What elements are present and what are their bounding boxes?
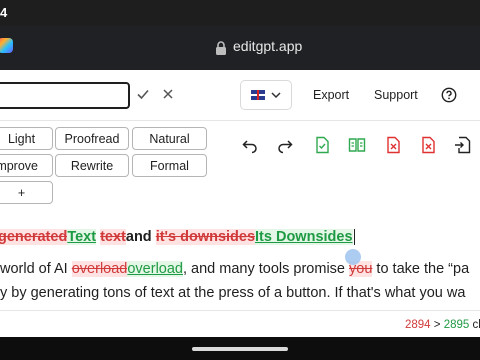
touch-cursor <box>345 249 361 265</box>
paragraph-text: to take the “pa <box>372 261 470 277</box>
character-count: 2894 > 2895 ch <box>405 319 480 331</box>
text-cursor <box>353 229 355 245</box>
deleted-text[interactable]: overload <box>71 261 128 277</box>
undo-icon[interactable] <box>240 135 260 155</box>
x-icon[interactable] <box>160 86 176 102</box>
count-after: 2895 <box>443 319 470 331</box>
browser-url-bar: editgpt.app <box>0 26 480 70</box>
compare-icon[interactable] <box>347 135 367 155</box>
discard-icon[interactable] <box>418 135 438 155</box>
count-before: 2894 <box>405 319 431 331</box>
mode-rewrite-button[interactable]: Rewrite <box>55 154 129 177</box>
count-suffix: ch <box>472 319 480 331</box>
text-input-field[interactable] <box>0 82 130 109</box>
paragraph-text: , and many tools promise <box>182 261 350 277</box>
mode-natural-button[interactable]: Natural <box>132 127 207 150</box>
help-icon[interactable] <box>440 86 458 104</box>
count-separator: > <box>430 319 444 331</box>
document-heading: generatedText textand it's downsidesIts … <box>0 224 355 250</box>
mode-formal-button[interactable]: Formal <box>132 154 207 177</box>
redo-icon[interactable] <box>275 135 295 155</box>
export-doc-icon[interactable] <box>453 135 473 155</box>
document-editor[interactable]: generatedText textand it's downsidesIts … <box>0 218 480 310</box>
partial-line: ▂▂▂▂▂▂▂▂▂▂▂▂▂▂▂▂▂▂▂▂▂▂▂▂▂▂▂▂▂▂▂▂▂▂▂▂▂▂ <box>0 302 424 310</box>
lock-icon <box>216 41 226 55</box>
deleted-text[interactable]: it's downsides <box>155 229 256 245</box>
language-select[interactable] <box>240 80 292 110</box>
inserted-text[interactable]: Text <box>67 229 97 245</box>
paragraph-text: world of AI <box>0 261 72 277</box>
deleted-text[interactable]: text <box>100 229 126 245</box>
add-mode-button[interactable]: + <box>0 181 53 204</box>
mode-light-button[interactable]: Light <box>0 127 53 150</box>
export-button[interactable]: Export <box>313 88 349 102</box>
accept-all-icon[interactable] <box>312 135 332 155</box>
footer-bar: 2894 > 2895 ch <box>0 310 480 337</box>
inserted-text[interactable]: Its Downsides <box>255 229 353 245</box>
app-icon[interactable] <box>0 38 13 53</box>
mode-proofread-button[interactable]: Proofread <box>55 127 129 150</box>
checkmark-icon[interactable] <box>135 86 151 102</box>
mode-improve-button[interactable]: Improve <box>0 154 53 177</box>
inserted-text[interactable]: overload <box>127 261 183 277</box>
support-button[interactable]: Support <box>374 88 418 102</box>
status-time: 4 <box>0 5 8 20</box>
paragraph-line: world of AI overloadoverload, and many t… <box>0 256 469 282</box>
home-bar <box>0 337 480 360</box>
reject-all-icon[interactable] <box>383 135 403 155</box>
heading-text: and <box>125 229 152 245</box>
app-toolbar: Export Support <box>0 70 480 121</box>
status-bar: 4 <box>0 0 480 26</box>
deleted-text[interactable]: generated <box>0 229 68 245</box>
home-indicator[interactable] <box>192 347 288 351</box>
chevron-down-icon <box>271 92 281 98</box>
url-text[interactable]: editgpt.app <box>233 38 302 54</box>
uk-flag-icon <box>251 90 265 100</box>
